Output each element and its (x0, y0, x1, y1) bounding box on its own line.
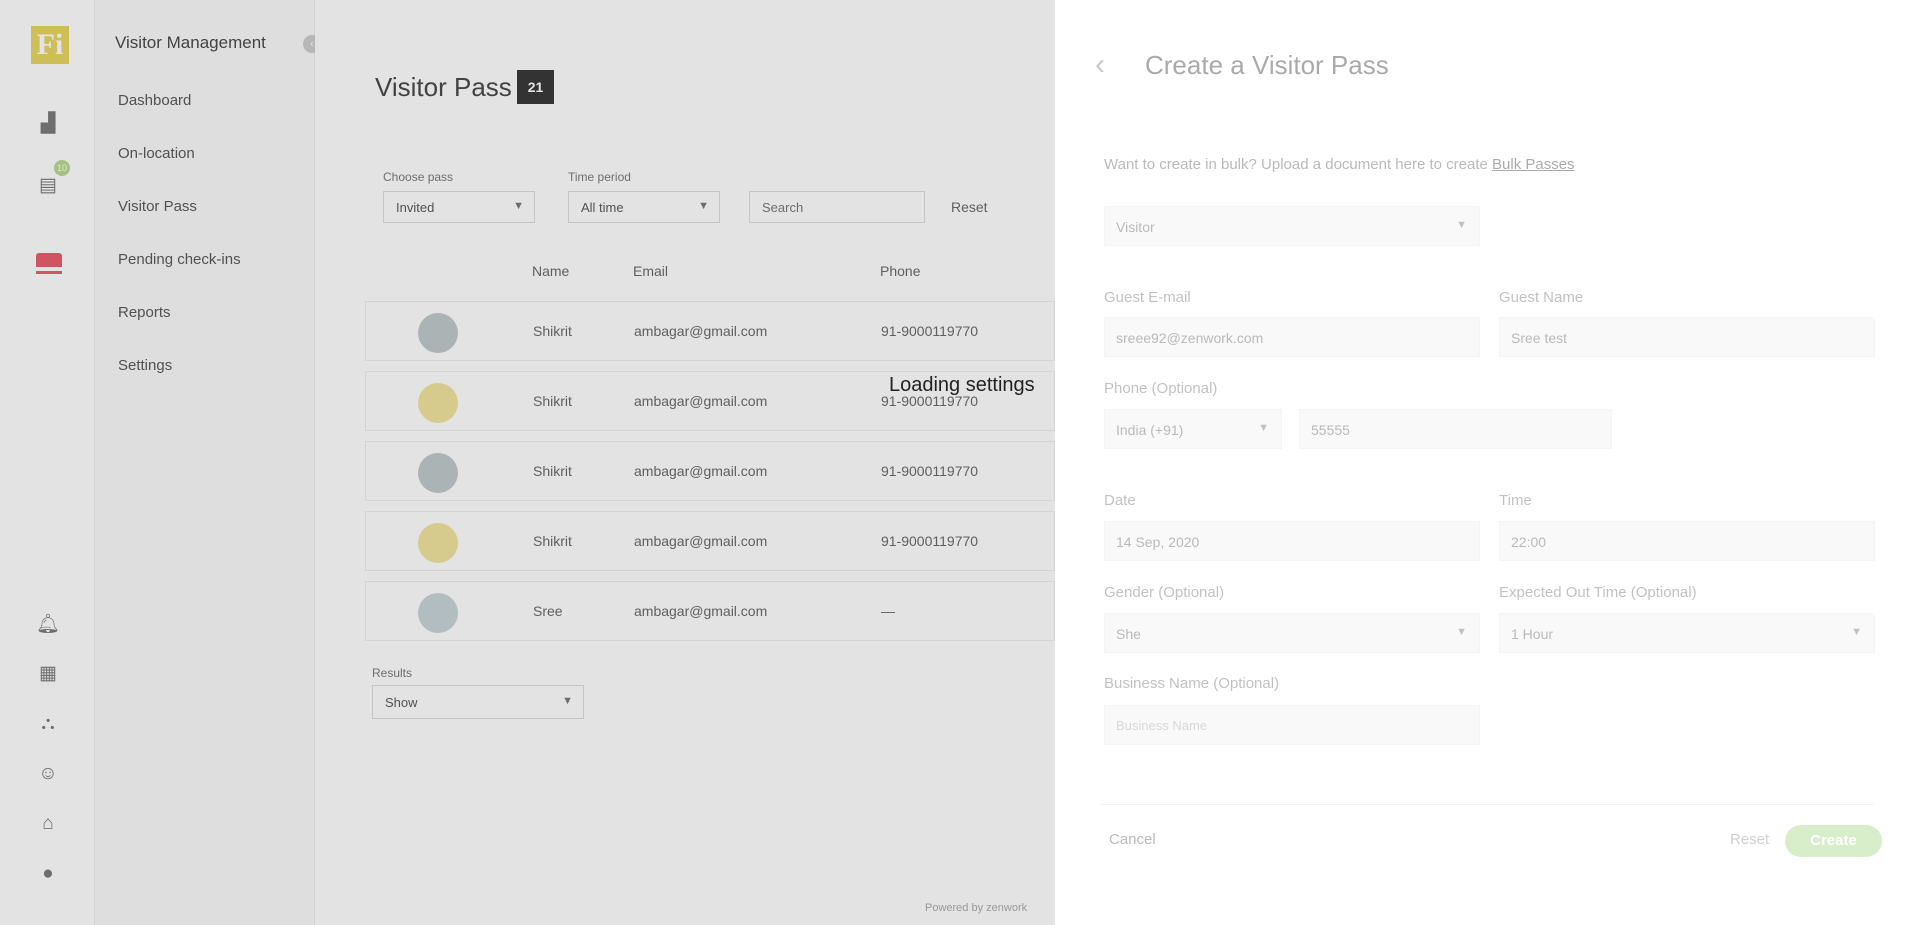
drawer-title: Create a Visitor Pass (1145, 50, 1389, 80)
back-arrow-icon[interactable]: ‹ (1095, 48, 1119, 82)
pass-type-select[interactable]: Visitor ▼ (1104, 206, 1480, 246)
create-visitor-pass-drawer: ‹ Create a Visitor Pass Want to create i… (1055, 0, 1920, 925)
out-time-select[interactable]: 1 Hour ▼ (1499, 613, 1875, 653)
guest-name-label: Guest Name (1499, 289, 1584, 306)
bulk-upload-text: Want to create in bulk? Upload a documen… (1104, 156, 1575, 173)
phone-country-select[interactable]: India (+91) ▼ (1104, 409, 1282, 449)
chevron-down-icon: ▼ (1851, 626, 1862, 638)
date-field[interactable]: 14 Sep, 2020 (1104, 521, 1480, 561)
create-button[interactable]: Create (1785, 825, 1882, 857)
gender-label: Gender (Optional) (1104, 584, 1225, 601)
phone-number-field[interactable]: 55555 (1299, 409, 1612, 449)
business-name-label: Business Name (Optional) (1104, 675, 1280, 692)
guest-name-field[interactable]: Sree test (1499, 317, 1875, 357)
chevron-down-icon: ▼ (1258, 422, 1269, 434)
out-time-value: 1 Hour (1511, 626, 1554, 642)
gender-select[interactable]: She ▼ (1104, 613, 1480, 653)
guest-email-field[interactable]: sreee92@zenwork.com (1104, 317, 1480, 357)
chevron-down-icon: ▼ (1456, 626, 1467, 638)
gender-value: She (1116, 626, 1141, 642)
reset-button[interactable]: Reset (1730, 831, 1769, 848)
phone-country-value: India (+91) (1116, 422, 1184, 438)
loading-message: Loading settings (889, 374, 1035, 396)
cancel-button[interactable]: Cancel (1109, 831, 1156, 848)
bulk-upload-prefix: Want to create in bulk? Upload a documen… (1104, 156, 1493, 173)
footer-divider (1101, 804, 1874, 805)
loading-overlay (0, 0, 1055, 925)
guest-email-label: Guest E-mail (1104, 289, 1191, 306)
out-time-label: Expected Out Time (Optional) (1499, 584, 1697, 601)
pass-type-value: Visitor (1116, 219, 1155, 235)
business-name-field[interactable]: Business Name (1104, 705, 1480, 745)
chevron-down-icon: ▼ (1456, 219, 1467, 231)
bulk-passes-link[interactable]: Bulk Passes (1492, 156, 1575, 173)
time-label: Time (1499, 492, 1532, 509)
phone-label: Phone (Optional) (1104, 380, 1218, 397)
date-label: Date (1104, 492, 1136, 509)
time-field[interactable]: 22:00 (1499, 521, 1875, 561)
